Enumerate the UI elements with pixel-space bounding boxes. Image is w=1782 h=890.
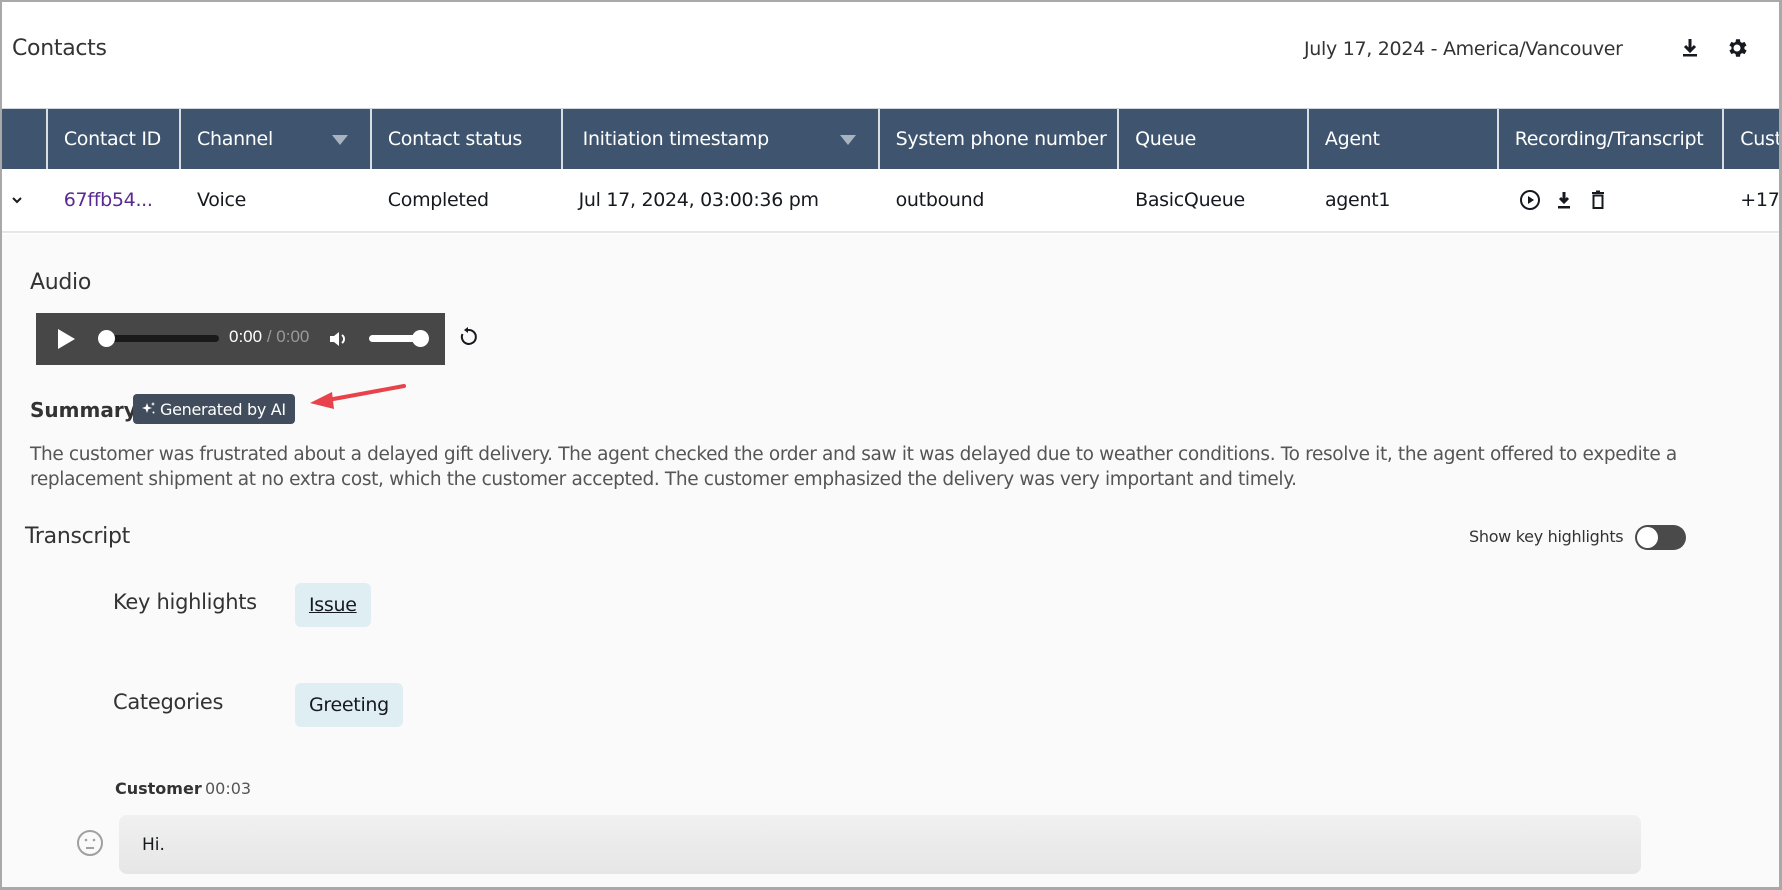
column-header-initiation-timestamp[interactable]: Initiation timestamp [563, 109, 880, 169]
trash-icon[interactable] [1587, 189, 1609, 211]
column-label: Channel [197, 128, 273, 150]
annotation-arrow-icon [310, 384, 406, 409]
contacts-page: Contacts July 17, 2024 - America/Vancouv… [0, 0, 1782, 890]
replay-icon[interactable] [457, 326, 479, 348]
show-key-highlights-label: Show key highlights [1469, 527, 1624, 546]
customer-cell: +17 [1740, 189, 1780, 211]
generated-by-ai-badge: Generated by AI [133, 394, 295, 424]
page-title: Contacts [12, 36, 107, 61]
date-range-label: July 17, 2024 - America/Vancouver [1304, 38, 1623, 60]
key-highlights-label: Key highlights [113, 590, 257, 614]
gear-icon[interactable] [1725, 36, 1749, 60]
volume-icon[interactable] [328, 328, 350, 350]
show-key-highlights-toggle[interactable] [1635, 525, 1686, 550]
volume-handle[interactable] [412, 330, 429, 347]
time-display: 0:00 / 0:00 [229, 327, 309, 347]
column-label: System phone number [895, 128, 1107, 150]
transcript-heading: Transcript [25, 524, 130, 549]
queue-cell: BasicQueue [1135, 189, 1245, 211]
download-icon[interactable] [1678, 36, 1702, 60]
download-icon[interactable] [1553, 189, 1575, 211]
table-header: Contact ID Channel Contact status Initia… [2, 108, 1782, 169]
table-row[interactable]: 67ffb54... Voice Completed Jul 17, 2024,… [2, 169, 1780, 233]
chevron-down-icon [12, 197, 22, 204]
play-circle-icon[interactable] [1519, 189, 1541, 211]
current-time: 0:00 [229, 327, 263, 346]
column-header-contact-id[interactable]: Contact ID [48, 109, 182, 169]
column-header-agent[interactable]: Agent [1309, 109, 1499, 169]
summary-label: Summary [30, 398, 137, 422]
column-label: Contact status [387, 128, 522, 150]
recording-cell [1499, 169, 1725, 231]
column-header-system-phone-number[interactable]: System phone number [880, 109, 1120, 169]
sort-caret-icon[interactable] [331, 135, 348, 145]
key-highlight-chip[interactable]: Issue [295, 583, 371, 627]
categories-label: Categories [113, 690, 224, 714]
column-header-channel[interactable]: Channel [181, 109, 372, 169]
column-header-expand [2, 109, 48, 169]
timestamp-cell: Jul 17, 2024, 03:00:36 pm [578, 189, 819, 211]
message-time: 00:03 [205, 779, 252, 798]
sort-caret-icon[interactable] [839, 135, 856, 145]
channel-cell: Voice [196, 189, 247, 211]
expand-row-button[interactable] [2, 169, 48, 231]
sparkle-icon [142, 402, 155, 414]
column-header-queue[interactable]: Queue [1119, 109, 1309, 169]
contact-details-panel: Audio 0:00 / 0:00 Summary Generated by A… [2, 234, 1779, 887]
seek-bar[interactable] [99, 335, 219, 342]
message-text: Hi. [142, 834, 165, 855]
audio-player: 0:00 / 0:00 [36, 313, 445, 365]
column-label: Agent [1324, 128, 1380, 150]
system-phone-cell: outbound [895, 189, 985, 211]
contact-id-link[interactable]: 67ffb54... [48, 169, 181, 231]
seek-handle[interactable] [98, 330, 115, 347]
duration: 0:00 [276, 327, 310, 346]
agent-cell: agent1 [1324, 189, 1391, 211]
audio-heading: Audio [30, 270, 92, 295]
play-icon[interactable] [58, 329, 75, 349]
column-label: Initiation timestamp [582, 128, 770, 150]
column-header-recording-transcript[interactable]: Recording/Transcript [1499, 109, 1725, 169]
contacts-table: Contact ID Channel Contact status Initia… [2, 108, 1782, 233]
column-label: Queue [1135, 128, 1197, 150]
time-separator: / [262, 327, 277, 346]
column-header-contact-status[interactable]: Contact status [372, 109, 563, 169]
status-cell: Completed [387, 189, 489, 211]
message-bubble: Hi. [119, 815, 1641, 874]
column-label: Cust [1740, 128, 1782, 150]
toggle-knob [1637, 527, 1658, 548]
column-label: Contact ID [63, 128, 162, 150]
badge-label: Generated by AI [160, 399, 286, 419]
message-speaker: Customer [115, 779, 202, 798]
top-bar: Contacts July 17, 2024 - America/Vancouv… [2, 2, 1779, 108]
neutral-face-icon [77, 830, 103, 856]
category-chip: Greeting [295, 683, 403, 727]
column-label: Recording/Transcript [1514, 128, 1704, 150]
summary-text: The customer was frustrated about a dela… [30, 444, 1677, 490]
column-header-customer[interactable]: Cust [1724, 109, 1782, 169]
